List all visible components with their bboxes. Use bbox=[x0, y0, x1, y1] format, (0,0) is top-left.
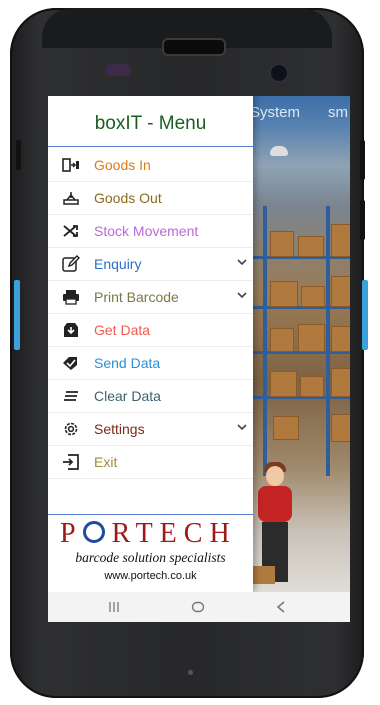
rack-box bbox=[300, 376, 324, 397]
right-volume-key[interactable] bbox=[360, 140, 365, 180]
rack-box bbox=[270, 371, 297, 397]
menu-label-stock-movement: Stock Movement bbox=[94, 223, 199, 239]
microphone bbox=[188, 670, 193, 675]
recents-icon[interactable] bbox=[105, 598, 123, 616]
printer-icon bbox=[61, 287, 81, 307]
shuffle-icon bbox=[61, 221, 81, 241]
menu-label-exit: Exit bbox=[94, 454, 118, 470]
phone-screen: System sm boxIT - Menu Goods In Goods Ou… bbox=[48, 96, 350, 622]
rack-box bbox=[331, 326, 350, 352]
menu-item-send-data[interactable]: Send Data bbox=[48, 347, 253, 380]
menu-item-get-data[interactable]: Get Data bbox=[48, 314, 253, 347]
portech-logo: P RTECH bbox=[60, 518, 250, 550]
clear-icon bbox=[61, 386, 81, 406]
menu-item-goods-in[interactable]: Goods In bbox=[48, 149, 253, 182]
navigation-drawer: boxIT - Menu Goods In Goods Out Stock Mo… bbox=[48, 96, 253, 592]
menu-item-print-barcode[interactable]: Print Barcode bbox=[48, 281, 253, 314]
logo-letter-p: P bbox=[60, 518, 83, 549]
left-side-key[interactable] bbox=[16, 140, 21, 170]
goods-in-icon bbox=[61, 155, 81, 175]
rack-box bbox=[331, 368, 350, 397]
right-scan-button[interactable] bbox=[362, 280, 368, 350]
gear-icon bbox=[61, 419, 81, 439]
menu-label-print-barcode: Print Barcode bbox=[94, 289, 179, 305]
rack-box bbox=[298, 236, 324, 257]
title-divider bbox=[48, 146, 253, 147]
menu-label-goods-in: Goods In bbox=[94, 157, 151, 173]
background-tab-partial[interactable]: sm bbox=[328, 104, 348, 121]
menu-item-stock-movement[interactable]: Stock Movement bbox=[48, 215, 253, 248]
worker-illustration-head bbox=[266, 466, 284, 486]
rack-upright bbox=[263, 206, 267, 476]
front-camera bbox=[269, 63, 289, 83]
worker-illustration-box bbox=[253, 566, 275, 584]
chevron-down-icon[interactable] bbox=[235, 288, 249, 302]
menu-item-enquiry[interactable]: Enquiry bbox=[48, 248, 253, 281]
menu-label-goods-out: Goods Out bbox=[94, 190, 162, 206]
earpiece-speaker bbox=[162, 38, 226, 56]
rack-box bbox=[331, 224, 350, 257]
rack-box bbox=[331, 414, 350, 442]
rack-box bbox=[270, 231, 294, 257]
rack-box bbox=[298, 324, 325, 352]
rack-box bbox=[273, 416, 299, 440]
footer-divider bbox=[48, 514, 253, 515]
menu-item-goods-out[interactable]: Goods Out bbox=[48, 182, 253, 215]
menu-label-clear-data: Clear Data bbox=[94, 388, 161, 404]
system-nav-bar bbox=[48, 592, 350, 622]
logo-letters-rtech: RTECH bbox=[111, 518, 237, 549]
background-tab-system[interactable]: System bbox=[250, 104, 300, 121]
right-power-key[interactable] bbox=[360, 200, 365, 240]
proximity-sensor bbox=[105, 64, 131, 76]
drawer-menu: Goods In Goods Out Stock Movement Enquir… bbox=[48, 149, 253, 479]
rack-upright bbox=[326, 206, 330, 476]
brand-url[interactable]: www.portech.co.uk bbox=[48, 570, 253, 582]
menu-label-enquiry: Enquiry bbox=[94, 256, 142, 272]
goods-out-icon bbox=[61, 188, 81, 208]
drawer-title: boxIT - Menu bbox=[94, 113, 207, 134]
rack-box bbox=[270, 281, 298, 307]
exit-icon bbox=[61, 452, 81, 472]
send-icon bbox=[61, 353, 81, 373]
download-icon bbox=[61, 320, 81, 340]
edit-icon bbox=[61, 254, 81, 274]
chevron-down-icon[interactable] bbox=[235, 255, 249, 269]
brand-tagline: barcode solution specialists bbox=[75, 550, 226, 565]
menu-label-get-data: Get Data bbox=[94, 322, 151, 338]
menu-item-settings[interactable]: Settings bbox=[48, 413, 253, 446]
home-icon[interactable] bbox=[189, 598, 207, 616]
rack-box bbox=[331, 276, 350, 307]
rack-box bbox=[270, 328, 294, 352]
worker-illustration-body bbox=[258, 486, 292, 522]
left-scan-button[interactable] bbox=[14, 280, 20, 350]
menu-label-settings: Settings bbox=[94, 421, 145, 437]
ceiling-lamp bbox=[270, 146, 288, 156]
chevron-down-icon[interactable] bbox=[235, 420, 249, 434]
logo-o-ring bbox=[82, 521, 105, 543]
menu-item-clear-data[interactable]: Clear Data bbox=[48, 380, 253, 413]
back-icon[interactable] bbox=[272, 598, 290, 616]
menu-item-exit[interactable]: Exit bbox=[48, 446, 253, 479]
menu-label-send-data: Send Data bbox=[94, 355, 161, 371]
rack-box bbox=[301, 286, 325, 307]
